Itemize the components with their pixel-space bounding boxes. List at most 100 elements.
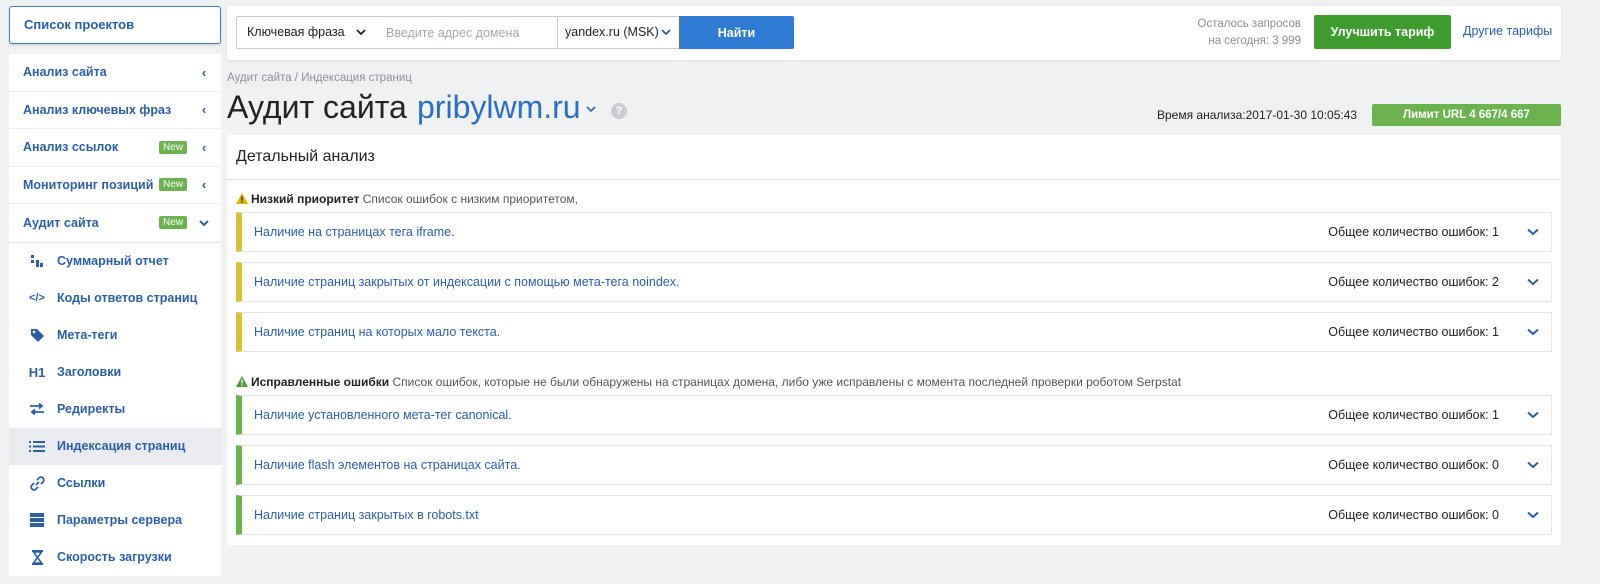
- sidebar-item-label: Мониторинг позиций: [23, 177, 154, 192]
- sidebar-item-label: Анализ сайта: [23, 65, 107, 80]
- sidebar-item-headings[interactable]: H1 Заголовки: [9, 354, 221, 391]
- error-title[interactable]: Наличие установленного мета-тег canonica…: [254, 408, 1328, 422]
- error-row[interactable]: Наличие страниц на которых мало текста. …: [236, 312, 1552, 352]
- top-search-bar: Ключевая фраза yandex.ru (MSK) Найти Ост…: [227, 6, 1561, 60]
- site-audit-submenu: Суммарный отчет </> Коды ответов страниц…: [9, 241, 221, 576]
- projects-list-button[interactable]: Список проектов: [9, 6, 221, 44]
- analysis-time: Время анализа:2017-01-30 10:05:43: [1157, 108, 1358, 122]
- requests-quota: Осталось запросов на сегодня: 3 999: [1161, 16, 1301, 50]
- sidebar-item-keyword-analysis[interactable]: Анализ ключевых фраз ‹: [9, 92, 221, 129]
- sidebar-item-label: Заголовки: [57, 365, 122, 379]
- breadcrumb: Аудит сайта / Индексация страниц: [227, 72, 412, 84]
- error-count: Общее количество ошибок: 1: [1328, 408, 1499, 422]
- sidebar-item-label: Ссылки: [57, 476, 106, 490]
- error-count: Общее количество ошибок: 2: [1328, 275, 1499, 289]
- list-icon: [26, 437, 48, 455]
- chevron-left-icon: ‹: [201, 177, 207, 193]
- new-badge: New: [158, 216, 187, 230]
- sidebar-item-label: Скорость загрузки: [57, 550, 172, 564]
- chevron-down-icon: [661, 17, 671, 61]
- sidebar-item-label: Редиректы: [57, 402, 126, 416]
- error-row[interactable]: Наличие на страницах тега iframe. Общее …: [236, 212, 1552, 252]
- other-tariffs-link[interactable]: Другие тарифы: [1463, 24, 1552, 38]
- link-icon: [26, 474, 48, 492]
- find-button[interactable]: Найти: [679, 16, 794, 49]
- help-icon[interactable]: ?: [611, 103, 627, 119]
- warning-icon: [236, 193, 248, 204]
- sidebar-item-label: Аудит сайта: [23, 215, 99, 230]
- tag-icon: [26, 326, 48, 344]
- sidebar-item-site-audit[interactable]: Аудит сайта New: [9, 204, 221, 242]
- search-type-select[interactable]: Ключевая фраза: [236, 16, 377, 49]
- bar-chart-icon: [26, 252, 48, 270]
- chevron-down-icon: [356, 17, 366, 61]
- fixed-errors-heading: Исправленные ошибки Список ошибок, котор…: [236, 375, 1181, 389]
- sidebar-item-label: Анализ ссылок: [23, 140, 119, 155]
- sidebar-item-response-codes[interactable]: </> Коды ответов страниц: [9, 280, 221, 317]
- group-description: Список ошибок, которые не были обнаружен…: [392, 375, 1182, 389]
- sidebar-item-label: Параметры сервера: [57, 513, 183, 527]
- group-title: Низкий приоритет: [251, 192, 360, 206]
- group-description: Список ошибок с низким приоритетом,: [362, 192, 578, 206]
- sidebar-item-page-indexing[interactable]: Индексация страниц: [9, 427, 221, 465]
- chevron-left-icon: ‹: [201, 64, 207, 80]
- chevron-down-icon[interactable]: [1527, 225, 1539, 239]
- low-priority-heading: Низкий приоритет Список ошибок с низким …: [236, 192, 578, 206]
- chevron-down-icon: [199, 215, 209, 230]
- upgrade-plan-button[interactable]: Улучшить тариф: [1314, 15, 1451, 49]
- error-row[interactable]: Наличие установленного мета-тег canonica…: [236, 395, 1552, 435]
- error-title[interactable]: Наличие на страницах тега iframe.: [254, 225, 1328, 239]
- error-count: Общее количество ошибок: 1: [1328, 325, 1499, 339]
- error-count: Общее количество ошибок: 0: [1328, 508, 1499, 522]
- sidebar-item-label: Суммарный отчет: [57, 254, 169, 268]
- database-select[interactable]: yandex.ru (MSK): [557, 16, 680, 49]
- search-type-value: Ключевая фраза: [247, 25, 345, 39]
- chevron-down-icon[interactable]: [1527, 325, 1539, 339]
- chevron-left-icon: ‹: [201, 139, 207, 155]
- quota-line: Осталось запросов: [1197, 18, 1301, 30]
- sidebar-menu: Анализ сайта ‹ Анализ ключевых фраз ‹ Ан…: [9, 54, 221, 576]
- error-row[interactable]: Наличие страниц закрытых в robots.txt Об…: [236, 495, 1552, 535]
- sidebar-item-meta-tags[interactable]: Мета-теги: [9, 317, 221, 354]
- sidebar-item-label: Анализ ключевых фраз: [23, 102, 172, 117]
- error-count: Общее количество ошибок: 0: [1328, 458, 1499, 472]
- redirect-icon: [26, 400, 48, 418]
- domain-input[interactable]: [376, 16, 558, 49]
- error-row[interactable]: Наличие страниц закрытых от индексации с…: [236, 262, 1552, 302]
- panel-title: Детальный анализ: [227, 135, 1561, 180]
- error-title[interactable]: Наличие страниц закрытых в robots.txt: [254, 508, 1328, 522]
- sidebar-item-redirects[interactable]: Редиректы: [9, 391, 221, 428]
- warning-icon: [236, 376, 248, 387]
- chevron-down-icon[interactable]: [1527, 458, 1539, 472]
- chevron-down-icon[interactable]: [1527, 508, 1539, 522]
- chevron-left-icon: ‹: [201, 102, 207, 118]
- domain-selector[interactable]: pribylwm.ru: [417, 89, 581, 126]
- page-title: Аудит сайта: [227, 89, 407, 125]
- sidebar-item-label: Коды ответов страниц: [57, 291, 198, 305]
- sidebar-item-load-speed[interactable]: Скорость загрузки: [9, 539, 221, 576]
- sidebar-item-summary-report[interactable]: Суммарный отчет: [9, 243, 221, 280]
- server-icon: [26, 511, 48, 529]
- chevron-down-icon[interactable]: [586, 103, 596, 118]
- new-badge: New: [158, 140, 187, 154]
- chevron-down-icon[interactable]: [1527, 408, 1539, 422]
- sidebar-item-server-params[interactable]: Параметры сервера: [9, 502, 221, 539]
- detailed-analysis-panel: Детальный анализ Низкий приоритет Список…: [227, 135, 1561, 545]
- database-value: yandex.ru (MSK): [565, 25, 659, 39]
- new-badge: New: [158, 178, 187, 192]
- error-title[interactable]: Наличие страниц на которых мало текста.: [254, 325, 1328, 339]
- sidebar-item-label: Индексация страниц: [57, 439, 186, 453]
- sidebar-item-site-analysis[interactable]: Анализ сайта ‹: [9, 54, 221, 92]
- sidebar-item-backlink-analysis[interactable]: Анализ ссылок New ‹: [9, 129, 221, 167]
- error-title[interactable]: Наличие flash элементов на страницах сай…: [254, 458, 1328, 472]
- sidebar-item-label: Мета-теги: [57, 328, 118, 342]
- url-limit-badge: Лимит URL 4 667/4 667: [1372, 104, 1561, 126]
- sidebar-item-links[interactable]: Ссылки: [9, 465, 221, 502]
- error-row[interactable]: Наличие flash элементов на страницах сай…: [236, 445, 1552, 485]
- code-icon: </>: [29, 292, 45, 304]
- sidebar: Список проектов Анализ сайта ‹ Анализ кл…: [0, 0, 222, 584]
- error-title[interactable]: Наличие страниц закрытых от индексации с…: [254, 275, 1328, 289]
- quota-line: на сегодня: 3 999: [1208, 35, 1301, 47]
- chevron-down-icon[interactable]: [1527, 275, 1539, 289]
- sidebar-item-rank-tracking[interactable]: Мониторинг позиций New ‹: [9, 167, 221, 204]
